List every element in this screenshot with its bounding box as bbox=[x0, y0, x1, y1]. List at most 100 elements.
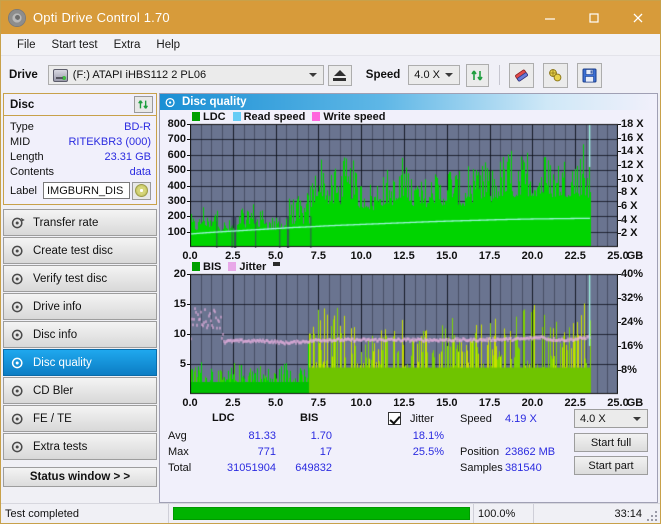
legend-item-ldc: LDC bbox=[192, 111, 226, 123]
y2-axis-tick-label: 8% bbox=[621, 364, 637, 376]
menu-item-extra[interactable]: Extra bbox=[106, 37, 149, 53]
speed-stat-label: Speed bbox=[460, 413, 492, 425]
stats-row-label-total: Total bbox=[168, 462, 192, 474]
y-axis-tick bbox=[187, 170, 190, 171]
menu-item-help[interactable]: Help bbox=[148, 37, 188, 53]
refresh-button[interactable] bbox=[466, 63, 490, 87]
progress-bar-fill bbox=[173, 507, 470, 520]
chevron-down-icon bbox=[308, 73, 317, 77]
title-bar: Opti Drive Control 1.70 bbox=[1, 1, 660, 34]
disc-label-input[interactable]: IMGBURN_DIS bbox=[43, 182, 130, 199]
menu-item-file[interactable]: File bbox=[9, 37, 44, 53]
sidebar-item-label: FE / TE bbox=[33, 412, 72, 425]
drive-select[interactable]: (F:) ATAPI iHBS112 2 PL06 bbox=[47, 65, 324, 85]
sidebar-item-label: Disc quality bbox=[33, 356, 92, 369]
sidebar-item-cd-bler[interactable]: CD Bler bbox=[3, 377, 157, 404]
legend-item-bis: BIS bbox=[192, 261, 221, 273]
y-axis-tick-label: 200 bbox=[167, 210, 186, 223]
y2-axis-tick bbox=[618, 138, 621, 139]
status-window-button[interactable]: Status window > > bbox=[3, 467, 157, 487]
drive-icon bbox=[52, 68, 68, 82]
start-part-button[interactable]: Start part bbox=[574, 456, 648, 475]
close-icon[interactable] bbox=[616, 1, 660, 34]
refresh-icon bbox=[138, 100, 148, 109]
y-axis-tick bbox=[187, 186, 190, 187]
menu-item-start-test[interactable]: Start test bbox=[44, 37, 106, 53]
sidebar-item-transfer-rate[interactable]: Transfer rate bbox=[3, 209, 157, 236]
sidebar-item-label: Extra tests bbox=[33, 440, 88, 453]
chart-bis-plot-area: 5 10 15 20 8% 16% 24% 32% 40% 0.0 2.5 5.0 7.5 10.0 12.… bbox=[160, 268, 657, 409]
y-axis-tick-label: 20 bbox=[173, 268, 186, 280]
sidebar-item-disc-info[interactable]: Disc info bbox=[3, 321, 157, 348]
y2-axis-tick-label: 32% bbox=[621, 292, 644, 304]
disc-refresh-button[interactable] bbox=[134, 96, 153, 113]
resize-grip-icon[interactable] bbox=[645, 509, 657, 521]
y2-axis-tick-label: 16 X bbox=[621, 131, 644, 144]
erase-button[interactable] bbox=[509, 62, 535, 88]
test-speed-value: 4.0 X bbox=[580, 412, 606, 425]
eject-icon bbox=[333, 69, 347, 81]
eject-button[interactable] bbox=[327, 64, 352, 86]
disc-label-icon-button[interactable] bbox=[132, 181, 151, 200]
disc-info-title: Disc bbox=[10, 98, 35, 111]
stats-row-label-avg: Avg bbox=[168, 430, 187, 442]
y2-axis-tick bbox=[618, 298, 621, 299]
y2-axis-tick-label: 24% bbox=[621, 316, 644, 328]
panel-title: Disc quality bbox=[182, 96, 247, 108]
legend-item-jitter: Jitter bbox=[228, 261, 266, 273]
sidebar-item-create-test-disc[interactable]: Create test disc bbox=[3, 237, 157, 264]
y2-axis-tick bbox=[618, 151, 621, 152]
y2-axis-tick bbox=[618, 274, 621, 275]
disc-row-contents: Contents data bbox=[10, 164, 151, 179]
chart-bis: BIS Jitter 5 10 15 20 8% 16% 24% 32% 40% 0.0 2.5 5.… bbox=[160, 260, 657, 410]
chart-ldc-plot-area: 100 200 300 400 500 600 700 800 2 X4 X6 X8 X 10 X… bbox=[160, 118, 657, 262]
y2-axis-tick-label: 4 X bbox=[621, 213, 638, 226]
progress-bar bbox=[169, 504, 474, 523]
save-button[interactable] bbox=[577, 62, 603, 88]
disc-gear-icon bbox=[11, 244, 25, 258]
start-full-button[interactable]: Start full bbox=[574, 433, 648, 452]
app-disc-icon bbox=[8, 8, 26, 27]
y2-axis-tick-label: 18 X bbox=[621, 118, 644, 130]
stats-total-ldc: 31051904 bbox=[227, 462, 276, 474]
sidebar-item-verify-test-disc[interactable]: Verify test disc bbox=[3, 265, 157, 292]
legend-item-read-speed: Read speed bbox=[232, 111, 305, 123]
content-area: Disc Type BD-R MID RITEKBR3 (000) Length… bbox=[1, 93, 660, 503]
settings-button[interactable] bbox=[543, 62, 569, 88]
disc-gear-icon bbox=[11, 300, 25, 314]
window-title: Opti Drive Control 1.70 bbox=[33, 10, 170, 25]
chevron-down-icon bbox=[633, 416, 641, 421]
y2-axis-tick bbox=[618, 206, 621, 207]
stats-header-ldc: LDC bbox=[212, 412, 235, 424]
sidebar-item-fe-te[interactable]: FE / TE bbox=[3, 405, 157, 432]
y-axis-tick bbox=[187, 139, 190, 140]
y-axis-tick-label: 5 bbox=[179, 358, 186, 370]
stats-panel: LDC BIS Jitter Avg 81.33 1.70 18.1% Max … bbox=[160, 408, 657, 475]
sidebar-item-extra-tests[interactable]: Extra tests bbox=[3, 433, 157, 460]
stats-avg-ldc: 81.33 bbox=[248, 430, 276, 442]
window-controls bbox=[528, 1, 660, 34]
y-axis-tick bbox=[187, 232, 190, 233]
sidebar-item-label: Drive info bbox=[33, 300, 82, 313]
y-axis-tick bbox=[187, 334, 190, 335]
status-bar: Test completed 100.0% 33:14 bbox=[1, 503, 660, 523]
position-stat-label: Position bbox=[460, 446, 500, 458]
elapsed-time: 33:14 bbox=[614, 507, 642, 520]
jitter-label: Jitter bbox=[410, 413, 434, 425]
speed-select[interactable]: 4.0 X bbox=[408, 65, 461, 85]
speed-select-value: 4.0 X bbox=[414, 69, 440, 81]
disc-label-row: Label IMGBURN_DIS bbox=[10, 181, 151, 200]
y-axis-tick-label: 700 bbox=[167, 133, 186, 146]
y-axis-tick-label: 300 bbox=[167, 194, 186, 207]
test-speed-select[interactable]: 4.0 X bbox=[574, 409, 648, 428]
jitter-checkbox[interactable] bbox=[388, 412, 401, 425]
sidebar-item-disc-quality[interactable]: Disc quality bbox=[3, 349, 157, 376]
status-text: Test completed bbox=[1, 504, 169, 523]
menu-bar: File Start test Extra Help bbox=[1, 34, 660, 56]
disc-label-key: Label bbox=[10, 184, 37, 197]
minimize-icon[interactable] bbox=[528, 1, 572, 34]
y2-axis-tick bbox=[618, 124, 621, 125]
sidebar-item-drive-info[interactable]: Drive info bbox=[3, 293, 157, 320]
stats-max-bis: 17 bbox=[319, 446, 332, 458]
maximize-icon[interactable] bbox=[572, 1, 616, 34]
